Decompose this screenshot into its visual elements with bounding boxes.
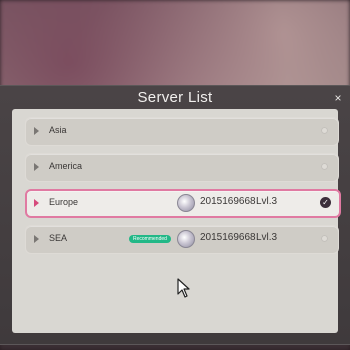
server-name: America: [49, 161, 83, 171]
server-name: SEA: [49, 233, 68, 243]
server-row-asia[interactable]: Asia: [25, 117, 339, 146]
server-row-america[interactable]: America: [25, 153, 339, 182]
server-name: Asia: [49, 125, 67, 135]
account-id: 2015169668: [200, 232, 256, 243]
account-id: 2015169668: [200, 196, 256, 207]
recommended-badge: Recommended: [129, 235, 171, 243]
play-arrow-icon: [34, 235, 39, 243]
server-row-europe[interactable]: Europe 2015169668 Lvl.3 ✓: [25, 189, 341, 218]
checkmark-icon: ✓: [320, 197, 331, 208]
play-arrow-icon: [34, 127, 39, 135]
radio-dot-icon: [321, 163, 328, 170]
server-list-panel: Asia America Europe 2015169668 Lvl.3 ✓ S…: [12, 109, 341, 333]
radio-dot-icon: [321, 127, 328, 134]
play-arrow-icon: [34, 163, 39, 171]
server-row-sea[interactable]: SEA Recommended 2015169668 Lvl.3: [25, 225, 339, 254]
account-level: Lvl.3: [256, 232, 278, 243]
server-name: Europe: [49, 197, 79, 207]
play-arrow-icon: [34, 199, 39, 207]
player-avatar-icon: [177, 194, 195, 212]
server-list-dialog: Server List × Asia America Europe 201516…: [0, 85, 350, 345]
close-icon[interactable]: ×: [332, 92, 344, 104]
account-level: Lvl.3: [256, 196, 278, 207]
radio-dot-icon: [321, 235, 328, 242]
mouse-pointer-icon: [177, 278, 190, 298]
dialog-title: Server List: [137, 89, 213, 106]
player-avatar-icon: [177, 230, 195, 248]
